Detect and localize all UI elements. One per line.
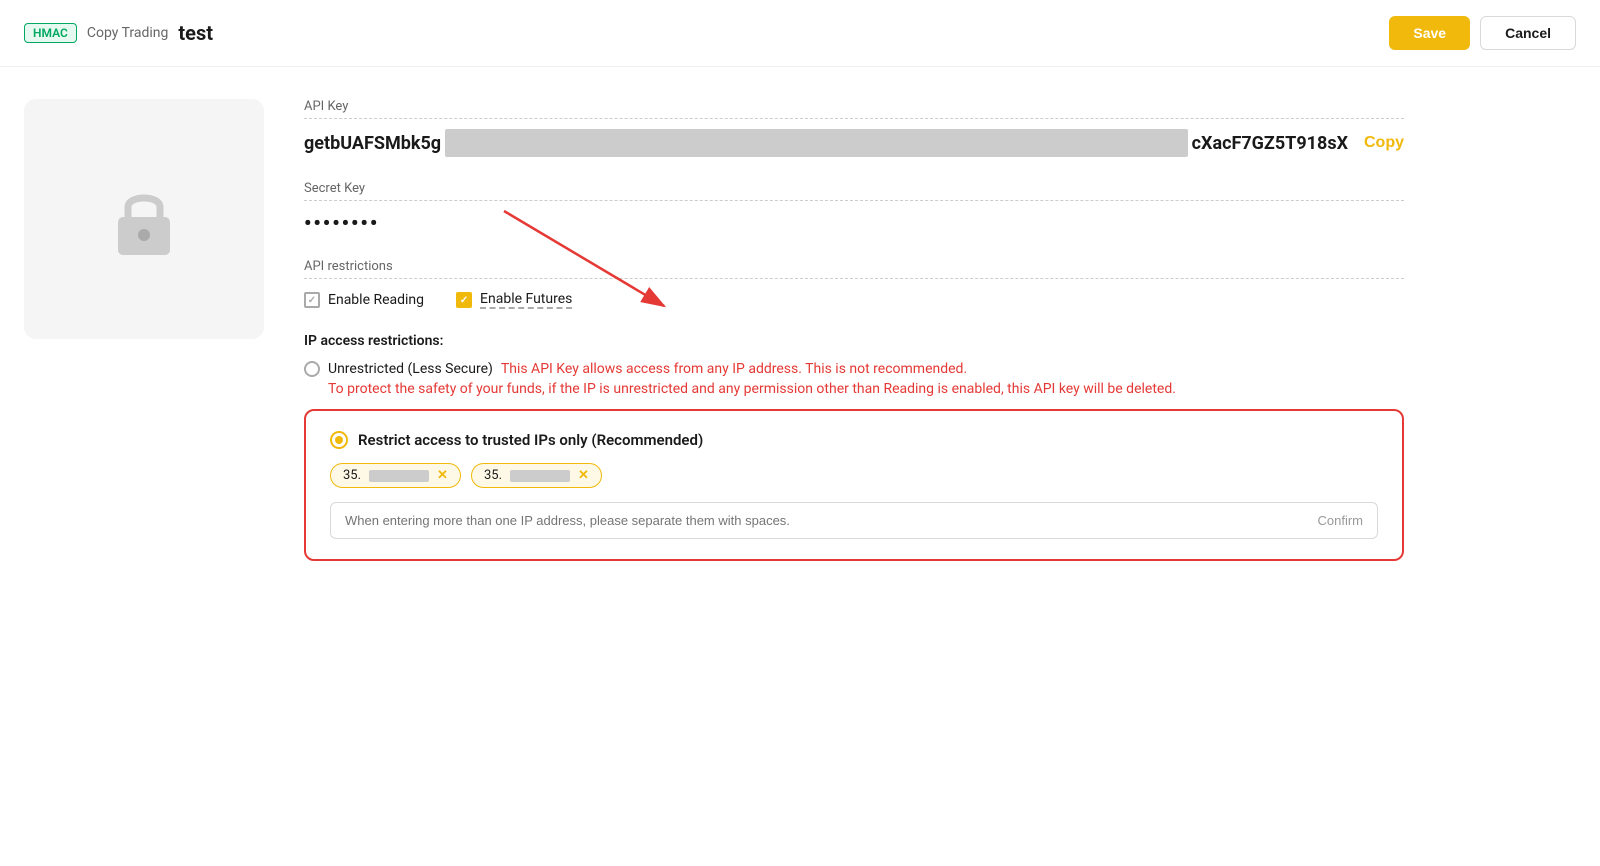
hmac-badge: HMAC xyxy=(24,23,77,43)
cancel-button[interactable]: Cancel xyxy=(1480,16,1576,50)
form-section: API Key getbUAFSMbk5g cXacF7GZ5T918sX Co… xyxy=(304,99,1404,561)
secret-key-group: Secret Key •••••••• xyxy=(304,181,1404,235)
enable-futures-checkbox[interactable]: ✓ xyxy=(456,292,472,308)
ip-tag-1: 35. ✕ xyxy=(330,463,461,488)
secret-key-value: •••••••• xyxy=(304,211,1404,235)
radio-inner xyxy=(335,436,343,444)
page-title: test xyxy=(178,21,213,45)
unrestricted-title: Unrestricted (Less Secure) xyxy=(328,361,493,377)
trusted-ip-label: Restrict access to trusted IPs only (Rec… xyxy=(358,431,703,449)
checkboxes-row: ✓ Enable Reading ✓ Enable Futures xyxy=(304,291,1404,309)
ip-input-row: Confirm xyxy=(330,502,1378,539)
confirm-button[interactable]: Confirm xyxy=(1317,513,1363,528)
checkmark-reading: ✓ xyxy=(308,295,316,306)
ip-tag-2: 35. ✕ xyxy=(471,463,602,488)
unrestricted-warning: This API Key allows access from any IP a… xyxy=(501,361,967,377)
ip-tag-2-prefix: 35. xyxy=(484,468,502,483)
trusted-ip-radio[interactable] xyxy=(330,431,348,449)
enable-futures-label: Enable Futures xyxy=(480,291,572,309)
ip-input[interactable] xyxy=(345,513,1317,528)
lock-icon-box xyxy=(24,99,264,339)
unrestricted-row: Unrestricted (Less Secure) This API Key … xyxy=(304,361,1404,397)
checkmark-futures: ✓ xyxy=(460,295,468,306)
ip-tag-1-blur xyxy=(369,470,429,482)
copy-button[interactable]: Copy xyxy=(1364,134,1404,152)
copy-trading-badge: Copy Trading xyxy=(87,25,169,41)
api-key-end: cXacF7GZ5T918sX xyxy=(1192,133,1348,154)
api-key-row: getbUAFSMbk5g cXacF7GZ5T918sX Copy xyxy=(304,129,1404,157)
ip-restrictions-section: IP access restrictions: Unrestricted (Le… xyxy=(304,333,1404,561)
trusted-ip-title-row: Restrict access to trusted IPs only (Rec… xyxy=(330,431,1378,449)
ip-tag-1-prefix: 35. xyxy=(343,468,361,483)
api-key-label: API Key xyxy=(304,99,1404,119)
trusted-ip-box: Restrict access to trusted IPs only (Rec… xyxy=(304,409,1404,561)
main-content: API Key getbUAFSMbk5g cXacF7GZ5T918sX Co… xyxy=(0,67,1600,593)
api-restrictions-section: API restrictions ✓ Enable Reading ✓ Enab… xyxy=(304,259,1404,309)
enable-reading-label: Enable Reading xyxy=(328,292,424,308)
ip-tag-2-remove[interactable]: ✕ xyxy=(578,468,589,483)
api-key-blur xyxy=(445,129,1188,157)
unrestricted-warning-detail: To protect the safety of your funds, if … xyxy=(328,381,1404,397)
api-key-group: API Key getbUAFSMbk5g cXacF7GZ5T918sX Co… xyxy=(304,99,1404,157)
save-button[interactable]: Save xyxy=(1389,16,1470,50)
enable-reading-item: ✓ Enable Reading xyxy=(304,292,424,308)
unrestricted-title-row: Unrestricted (Less Secure) This API Key … xyxy=(304,361,1404,377)
api-key-start: getbUAFSMbk5g xyxy=(304,133,441,154)
api-restrictions-label: API restrictions xyxy=(304,259,1404,279)
top-bar: HMAC Copy Trading test Save Cancel xyxy=(0,0,1600,67)
secret-key-label: Secret Key xyxy=(304,181,1404,201)
ip-restrictions-label: IP access restrictions: xyxy=(304,333,1404,349)
ip-tags-row: 35. ✕ 35. ✕ xyxy=(330,463,1378,488)
enable-reading-checkbox[interactable]: ✓ xyxy=(304,292,320,308)
enable-futures-item: ✓ Enable Futures xyxy=(456,291,572,309)
unrestricted-radio[interactable] xyxy=(304,361,320,377)
ip-tag-1-remove[interactable]: ✕ xyxy=(437,468,448,483)
top-bar-actions: Save Cancel xyxy=(1389,16,1576,50)
ip-tag-2-blur xyxy=(510,470,570,482)
lock-icon xyxy=(104,179,184,259)
